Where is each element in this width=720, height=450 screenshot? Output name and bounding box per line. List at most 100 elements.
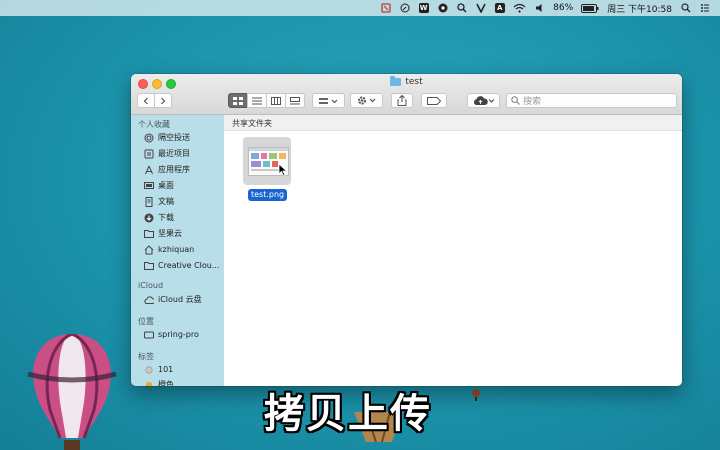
- search-icon: [511, 96, 520, 105]
- sidebar-item-label: 最近项目: [158, 149, 190, 158]
- cloud-upload-button[interactable]: [467, 93, 500, 108]
- sidebar-item-label: 隔空投送: [158, 133, 190, 142]
- view-icon-mode-button[interactable]: [228, 93, 248, 108]
- sidebar-header-icloud: iCloud: [138, 281, 164, 290]
- downloads-icon: [144, 213, 154, 223]
- folder-header: 共享文件夹: [224, 115, 682, 131]
- share-icon: [397, 95, 407, 106]
- desktop-icon: [144, 181, 154, 191]
- folder-header-title: 共享文件夹: [232, 119, 272, 128]
- spotlight-icon[interactable]: [680, 3, 691, 14]
- finder-window: test 搜索 个人收藏 隔空投送 最近项目 应用程序 桌面 文稿 下载 坚果云…: [131, 74, 682, 386]
- mouse-cursor-icon: [278, 163, 288, 177]
- sidebar-item-icloud-drive[interactable]: iCloud 云盘: [144, 293, 202, 306]
- wifi-icon[interactable]: [513, 3, 526, 14]
- sidebar-item-label: 橙色: [158, 380, 174, 386]
- sidebar-item-home[interactable]: kzhiquan: [144, 243, 194, 256]
- sidebar-item-creative-cloud[interactable]: Creative Clou...: [144, 259, 219, 272]
- list-icon: [252, 97, 262, 104]
- balloon-small-image: [472, 389, 480, 401]
- sidebar-item-tag-101[interactable]: 101: [144, 363, 173, 376]
- tag-icon: [427, 96, 441, 105]
- sidebar-item-label: Creative Clou...: [158, 261, 220, 270]
- cloud-upload-icon: [473, 95, 494, 105]
- drive-icon: [144, 330, 154, 340]
- view-mode-group: [228, 93, 305, 108]
- compass-icon[interactable]: [399, 3, 410, 14]
- sidebar-header-tags: 标签: [138, 352, 154, 361]
- video-caption: 拷贝上传: [264, 391, 432, 437]
- gear-chevron-icon: [357, 96, 375, 105]
- airdrop-icon: [144, 133, 154, 143]
- view-list-mode-button[interactable]: [247, 93, 267, 108]
- folder-icon: [144, 261, 154, 271]
- view-gallery-mode-button[interactable]: [285, 93, 305, 108]
- applications-icon: [144, 165, 154, 175]
- sidebar-item-label: spring-pro: [158, 330, 199, 339]
- sidebar-item-jianguoyun[interactable]: 坚果云: [144, 227, 182, 240]
- search-placeholder: 搜索: [523, 97, 542, 107]
- sidebar-item-airdrop[interactable]: 隔空投送: [144, 131, 190, 144]
- folder-icon: [390, 76, 402, 86]
- sidebar-item-label: 101: [158, 365, 174, 374]
- sidebar-item-label: 坚果云: [158, 229, 182, 238]
- window-title: test: [131, 76, 682, 87]
- tool-icon[interactable]: [380, 3, 391, 14]
- volume-icon[interactable]: [534, 3, 545, 14]
- sidebar: 个人收藏 隔空投送 最近项目 应用程序 桌面 文稿 下载 坚果云 kzhiqua…: [131, 115, 224, 386]
- nav-buttons: [137, 93, 172, 108]
- tag-dot-icon: [144, 365, 154, 375]
- control-list-icon[interactable]: [699, 3, 710, 14]
- sidebar-item-tag-orange[interactable]: 橙色: [144, 378, 174, 386]
- cloud-icon: [144, 295, 154, 305]
- search-app-icon[interactable]: [456, 3, 467, 14]
- sidebar-item-label: 应用程序: [158, 165, 190, 174]
- battery-icon[interactable]: [581, 3, 599, 14]
- sidebar-item-label: 下载: [158, 213, 174, 222]
- forward-button[interactable]: [154, 93, 172, 108]
- folder-icon: [144, 229, 154, 239]
- share-button[interactable]: [391, 93, 413, 108]
- battery-percent: 86%: [553, 3, 574, 13]
- sidebar-item-documents[interactable]: 文稿: [144, 195, 174, 208]
- back-button[interactable]: [137, 93, 155, 108]
- file-browser-content: 共享文件夹 test.png: [224, 115, 682, 386]
- recents-icon: [144, 149, 154, 159]
- chevron-left-icon: [143, 97, 148, 104]
- gallery-icon: [290, 96, 300, 104]
- sidebar-item-label: kzhiquan: [158, 245, 195, 254]
- chevron-right-icon: [161, 97, 166, 104]
- sidebar-header-locations: 位置: [138, 317, 154, 326]
- clock[interactable]: 周三 下午10:58: [607, 2, 672, 15]
- file-name-label[interactable]: test.png: [248, 189, 288, 201]
- paint-icon[interactable]: [437, 3, 448, 14]
- tag-dot-icon: [144, 380, 154, 386]
- action-button[interactable]: [350, 93, 383, 108]
- home-icon: [144, 244, 154, 255]
- w-app-icon[interactable]: W: [418, 3, 429, 14]
- columns-icon: [271, 96, 281, 105]
- sidebar-item-recents[interactable]: 最近项目: [144, 147, 190, 160]
- titlebar: test 搜索: [131, 74, 682, 115]
- documents-icon: [144, 196, 154, 207]
- group-button[interactable]: [312, 93, 345, 108]
- sidebar-item-label: iCloud 云盘: [158, 295, 202, 304]
- sidebar-item-applications[interactable]: 应用程序: [144, 163, 190, 176]
- tag-button[interactable]: [421, 93, 447, 108]
- sidebar-item-label: 文稿: [158, 197, 174, 206]
- file-thumbnail[interactable]: [243, 137, 291, 185]
- v-app-icon[interactable]: [475, 3, 486, 14]
- grid-icon: [233, 96, 243, 105]
- sidebar-item-downloads[interactable]: 下载: [144, 211, 174, 224]
- view-column-mode-button[interactable]: [266, 93, 286, 108]
- sidebar-item-spring-pro[interactable]: spring-pro: [144, 328, 199, 341]
- window-title-text: test: [405, 77, 423, 87]
- sidebar-item-desktop[interactable]: 桌面: [144, 179, 174, 192]
- sidebar-header-favorites: 个人收藏: [138, 120, 170, 129]
- menu-bar: W A 86% 周三 下午10:58: [0, 0, 720, 16]
- group-grid-chevron-icon: [318, 97, 337, 104]
- sidebar-item-label: 桌面: [158, 181, 174, 190]
- search-field[interactable]: 搜索: [506, 93, 677, 108]
- a-app-icon[interactable]: A: [494, 3, 505, 14]
- balloon-left-image: [27, 334, 117, 450]
